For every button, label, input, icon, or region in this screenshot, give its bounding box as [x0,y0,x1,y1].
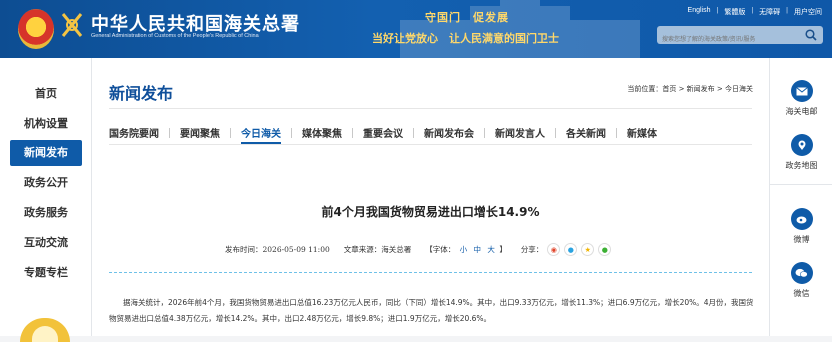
divider: | [716,7,719,14]
site-header: 中华人民共和国海关总署 General Administration of Cu… [0,0,832,58]
tab-customs-news[interactable]: 各关新闻 [556,125,616,140]
nav-item-home[interactable]: 首页 [10,81,82,107]
email-icon [790,80,813,102]
rb-email-label: 海关电邮 [785,107,818,116]
wechat-share-icon[interactable]: ● [598,243,612,256]
customs-logo-icon[interactable] [60,10,84,40]
article-meta: 发布时间：2026-05-09 11:00 文章来源：海关总署 【字体： 小 中… [225,243,612,256]
font-medium-button[interactable]: 中 [474,245,482,254]
publish-time: 发布时间：2026-05-09 11:00 [225,245,330,254]
tab-focus[interactable]: 要闻聚焦 [170,125,230,140]
share-label: 分享： [520,245,544,254]
nav-item-gov-affairs[interactable]: 政务公开 [10,170,82,196]
rb-email[interactable]: 海关电邮 [770,80,832,117]
right-sidebar: 海关电邮 政务地图 微博 微信 [769,58,832,336]
divider [109,272,752,273]
qq-share-icon[interactable]: ● [564,243,578,256]
nav-item-special-topics[interactable]: 专题专栏 [10,260,82,286]
left-nav: 首页 机构设置 新闻发布 政务公开 政务服务 互动交流 专题专栏 [0,58,92,342]
share-buttons: ◉ ● ★ ● [547,243,612,256]
search-icon[interactable] [805,29,817,41]
tab-today-customs[interactable]: 今日海关 [231,125,291,144]
font-small-button[interactable]: 小 [460,245,468,254]
link-english[interactable]: English [688,7,711,17]
font-size-control: 【字体： 小 中 大 】 [425,244,507,255]
divider [770,184,832,185]
divider [109,108,752,109]
weibo-icon [790,208,813,230]
divider [109,144,752,145]
link-accessibility[interactable]: 无障碍 [759,7,780,17]
tab-press-conference[interactable]: 新闻发布会 [414,125,484,140]
rb-weibo-label: 微博 [793,235,810,244]
map-icon [790,134,813,156]
tab-state-council[interactable]: 国务院要闻 [109,125,169,140]
link-traditional[interactable]: 繁體版 [724,7,745,17]
rb-map-label: 政务地图 [785,161,818,170]
link-user-space[interactable]: 用户空间 [794,7,822,17]
section-title: 新闻发布 [109,84,174,103]
article-title: 前4个月我国货物贸易进出口增长14.9% [321,205,540,219]
font-large-button[interactable]: 大 [487,245,495,254]
news-tabs: 国务院要闻 要闻聚焦 今日海关 媒体聚焦 重要会议 新闻发布会 新闻发言人 各关… [109,125,667,144]
search-box [657,26,823,49]
nav-item-interaction[interactable]: 互动交流 [10,230,82,256]
tab-spokesperson[interactable]: 新闻发言人 [485,125,555,140]
tab-media-focus[interactable]: 媒体聚焦 [292,125,352,140]
rb-map[interactable]: 政务地图 [770,134,832,171]
main-content: 新闻发布 当前位置：首页 > 新闻发布 > 今日海关 国务院要闻 要闻聚焦 今日… [92,58,769,336]
article-source: 文章来源：海关总署 [343,245,412,254]
site-subtitle: General Administration of Customs of the… [91,33,259,39]
tab-new-media[interactable]: 新媒体 [617,125,667,140]
font-label: 【字体： [425,245,456,254]
nav-item-news[interactable]: 新闻发布 [10,140,82,166]
qzone-share-icon[interactable]: ★ [581,243,595,256]
divider: | [751,7,754,14]
nav-item-gov-services[interactable]: 政务服务 [10,200,82,226]
article-paragraph: 据海关统计，2026年前4个月，我国货物贸易进出口总值16.23万亿元人民币，同… [109,298,754,323]
rb-wechat-label: 微信 [793,289,810,298]
mascot-face [32,326,58,342]
national-emblem-icon[interactable] [18,9,54,49]
wechat-icon [790,262,813,284]
tab-important-meetings[interactable]: 重要会议 [353,125,413,140]
slogan-line1: 守国门 促发展 [425,11,509,24]
font-label-end: 】 [499,245,507,254]
top-links: English | 繁體版 | 无障碍 | 用户空间 [688,7,822,17]
rb-weibo[interactable]: 微博 [770,208,832,245]
nav-item-organization[interactable]: 机构设置 [10,111,82,137]
building-silhouette [400,0,640,58]
breadcrumb[interactable]: 当前位置：首页 > 新闻发布 > 今日海关 [627,84,753,94]
weibo-share-icon[interactable]: ◉ [547,243,561,256]
rb-wechat[interactable]: 微信 [770,262,832,299]
divider: | [786,7,788,14]
slogan-line2: 当好让党放心 让人民满意的国门卫士 [372,32,559,45]
search-input[interactable] [657,31,797,49]
mascot-image[interactable] [20,318,70,342]
